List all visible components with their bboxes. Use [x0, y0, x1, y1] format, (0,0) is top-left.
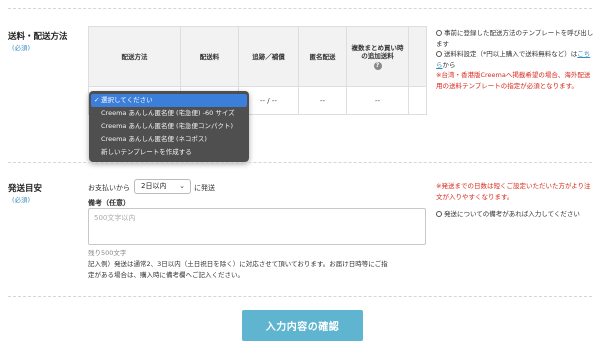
question-circle-icon[interactable]: ?	[373, 61, 382, 70]
cell-extra-fee: --	[346, 86, 409, 115]
shipping-template-dropdown[interactable]: ✓ 選択してください Creema あんしん匿名便 (宅急便) -60 サイズ C…	[89, 91, 249, 162]
circle-bullet-icon	[436, 29, 442, 36]
fee-setting-note: 送料料設定（*円以上購入で送料無料など）はこちらから	[436, 49, 594, 70]
circle-bullet-icon	[436, 50, 442, 57]
remark-textarea[interactable]	[88, 208, 426, 245]
delivery-remark-note: 発送についての備考があれば入力してください	[436, 209, 594, 220]
header-extra-fee: 複数まとめ買い時の追加送料 ?	[346, 26, 409, 87]
example-text-line1: 記入例）発送は通常2、3日以内（土日祝日を除く）に対応させて頂いております。お届…	[88, 260, 388, 268]
header-anonymous: 匿名配送	[298, 26, 347, 87]
cell-anonymous: --	[298, 86, 347, 115]
delivery-section-title: 発送目安	[8, 184, 43, 194]
dropdown-option-nekopos[interactable]: Creema あんしん匿名便 (ネコポス)	[91, 133, 247, 146]
fee-setting-note-prefix: 送料料設定（*円以上購入で送料無料など）は	[444, 50, 578, 58]
dropdown-option-label: 選択してください	[101, 96, 153, 104]
confirm-input-button[interactable]: 入力内容の確認	[242, 310, 363, 341]
header-tracking: 追跡／補償	[238, 26, 299, 87]
top-divider	[8, 8, 592, 9]
dropdown-option-compact[interactable]: Creema あんしん匿名便 (宅急便コンパクト)	[91, 120, 247, 133]
header-extra-fee-label: 複数まとめ買い時の追加送料	[351, 43, 404, 60]
shipping-notes: 事前に登録した配送方法のテンプレートを呼び出します 送料料設定（*円以上購入で送…	[436, 28, 594, 91]
template-note: 事前に登録した配送方法のテンプレートを呼び出します	[436, 28, 594, 49]
header-shipping-method: 配送方法	[88, 26, 181, 87]
template-note-text: 事前に登録した配送方法のテンプレートを呼び出します	[436, 29, 594, 48]
shipping-required-badge: (必須)	[12, 44, 31, 52]
header-shipping-fee: 配送料	[180, 26, 239, 87]
dropdown-option-select-prompt[interactable]: ✓ 選択してください	[91, 94, 247, 107]
fee-setting-note-suffix: から	[442, 60, 456, 69]
delivery-remark-note-text: 発送についての備考があれば入力してください	[444, 210, 580, 218]
delivery-warning: ※発送までの日数は短くご設定いただいた方がより注文が入りやすくなります。	[436, 182, 591, 201]
delivery-days-value: 2日以内	[141, 182, 167, 190]
header-empty	[408, 26, 427, 87]
delivery-suffix-label: に発送	[194, 184, 215, 192]
delivery-prefix-label: お支払いから	[88, 184, 130, 192]
example-text-line2: 定がある場合は、購入時に備考欄へご記入ください。	[88, 271, 244, 279]
cell-empty	[408, 86, 427, 115]
dropdown-option-60-size[interactable]: Creema あんしん匿名便 (宅急便) -60 サイズ	[91, 107, 247, 120]
shipping-section-title: 送料・配送方法	[8, 32, 68, 42]
check-icon: ✓	[94, 96, 100, 104]
delivery-required-badge: (必須)	[12, 196, 31, 204]
circle-bullet-icon	[436, 210, 442, 217]
section-divider	[8, 162, 592, 163]
remaining-chars: 残り500文字	[88, 249, 127, 257]
chevron-down-icon: ⌄	[179, 182, 185, 190]
dropdown-option-new-template[interactable]: 新しいテンプレートを作成する	[91, 146, 247, 159]
overseas-warning: ※台湾・香港版Creemaへ掲載希望の場合、海外配送用の送料テンプレートの指定が…	[436, 71, 591, 90]
delivery-days-select[interactable]: 2日以内 ⌄	[134, 179, 191, 194]
remark-label: 備考（任意）	[88, 199, 130, 207]
shipping-table-header-row: 配送方法 配送料 追跡／補償 匿名配送 複数まとめ買い時の追加送料 ?	[88, 26, 427, 87]
bottom-divider	[8, 296, 592, 297]
